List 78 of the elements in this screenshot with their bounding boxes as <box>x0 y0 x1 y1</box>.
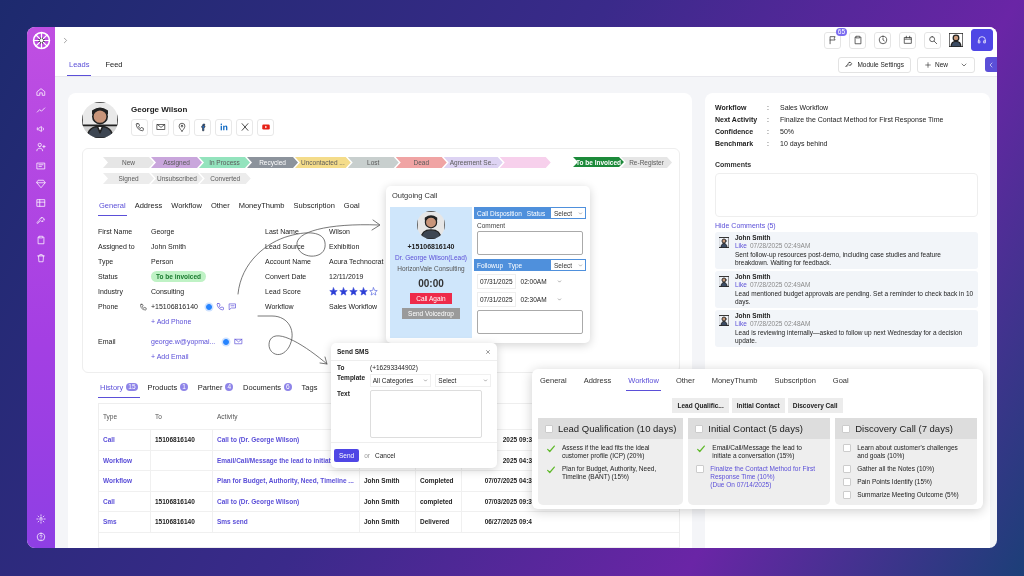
star-rating[interactable] <box>329 287 378 296</box>
linkedin-icon <box>218 122 229 132</box>
mail-icon <box>233 336 243 346</box>
call-button[interactable] <box>215 301 226 312</box>
phone-icon <box>134 122 145 132</box>
primary-radio[interactable] <box>205 303 212 310</box>
flag-icon <box>827 35 838 45</box>
wrench-icon[interactable] <box>36 216 46 226</box>
checkbox[interactable] <box>843 491 852 499</box>
checkbox[interactable] <box>842 424 851 433</box>
message-icon <box>228 301 238 311</box>
checkbox[interactable] <box>843 478 852 486</box>
sms-button[interactable] <box>227 301 238 312</box>
phone-button[interactable] <box>131 118 148 136</box>
youtube-icon <box>260 122 271 132</box>
checkbox[interactable] <box>843 444 852 452</box>
add-user-icon[interactable] <box>36 142 46 152</box>
chevron-icon <box>987 60 995 69</box>
notes-field[interactable] <box>477 310 583 334</box>
caret-icon <box>556 279 562 284</box>
checkbox[interactable] <box>545 424 553 433</box>
support-button[interactable] <box>971 29 993 51</box>
clock-button[interactable] <box>874 31 891 49</box>
arrow-drawing <box>257 315 328 365</box>
location-button[interactable] <box>173 118 190 136</box>
headset-icon <box>977 35 987 45</box>
gem-icon[interactable] <box>36 179 46 189</box>
expand-icon[interactable] <box>61 35 70 45</box>
comment-field[interactable] <box>477 231 583 255</box>
youtube-button[interactable] <box>257 118 274 136</box>
email-button[interactable] <box>152 118 169 136</box>
stage-title: Lead Qualification (10 days) <box>558 423 677 434</box>
lead-name: George Wilson <box>131 104 189 114</box>
checkbox[interactable] <box>696 465 705 473</box>
facebook-button[interactable] <box>194 118 211 136</box>
linkedin-button[interactable] <box>215 118 232 136</box>
clock-icon <box>877 35 888 45</box>
table-icon[interactable] <box>36 197 46 208</box>
close-icon[interactable] <box>485 348 491 355</box>
stage-title: Initial Contact (5 days) <box>708 423 803 434</box>
settings-icon[interactable] <box>36 513 46 524</box>
x-button[interactable] <box>236 118 253 136</box>
message-field[interactable] <box>370 390 482 438</box>
stage-title: Discovery Call (7 days) <box>855 423 953 434</box>
checkbox[interactable] <box>695 424 704 433</box>
help-icon[interactable] <box>36 532 46 542</box>
primary-radio[interactable] <box>223 338 230 345</box>
checkmark-icon[interactable] <box>546 465 556 475</box>
checkmark-icon[interactable] <box>546 444 556 454</box>
checkmark-icon[interactable] <box>696 444 707 454</box>
location-pin-icon <box>176 122 187 132</box>
mail-icon <box>155 122 166 132</box>
caret-icon <box>556 297 562 302</box>
call-timer: 00:00 <box>418 278 444 289</box>
calendar-icon <box>902 35 913 45</box>
calendar-button[interactable] <box>899 31 916 49</box>
checkbox[interactable] <box>843 465 852 473</box>
clipboard-icon[interactable] <box>36 234 46 245</box>
search-button[interactable] <box>924 31 941 49</box>
clipboard-icon <box>852 35 863 45</box>
caret-icon <box>578 262 583 268</box>
chart-icon[interactable] <box>36 105 46 115</box>
email-button[interactable] <box>233 336 244 347</box>
collapse-button[interactable] <box>985 57 997 72</box>
card-icon[interactable] <box>36 160 46 171</box>
home-icon[interactable] <box>36 86 46 97</box>
caret-icon <box>483 378 488 383</box>
logo-icon[interactable] <box>31 31 51 50</box>
clipboard-button[interactable] <box>849 31 866 49</box>
megaphone-icon[interactable] <box>36 123 46 134</box>
caret-icon <box>423 378 429 383</box>
x-logo-icon <box>239 122 250 132</box>
caret-icon <box>578 210 583 216</box>
wrench-icon <box>845 60 854 69</box>
plus-icon <box>924 60 932 69</box>
phone-icon <box>216 301 226 311</box>
trash-icon[interactable] <box>36 253 46 263</box>
search-icon <box>927 35 938 45</box>
